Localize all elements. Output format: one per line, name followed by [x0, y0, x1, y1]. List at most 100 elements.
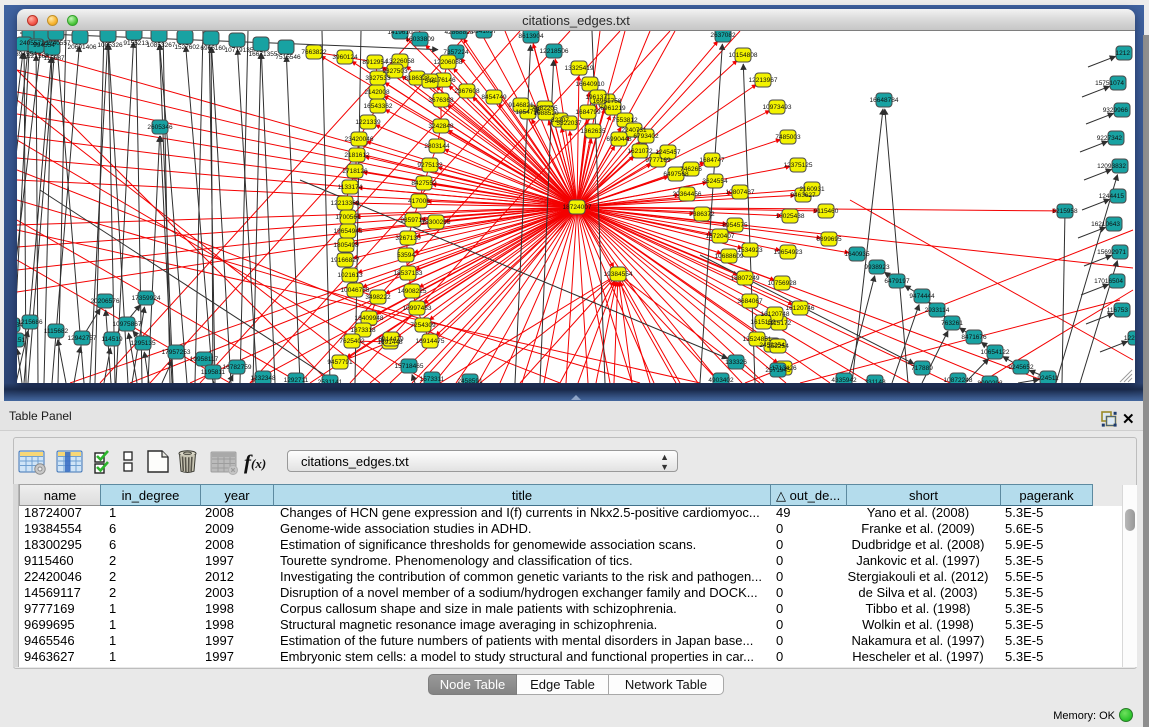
svg-text:546: 546: [425, 78, 436, 85]
svg-text:8454749: 8454749: [481, 94, 507, 101]
svg-text:1527602: 1527602: [174, 44, 200, 51]
svg-text:3624554: 3624554: [702, 178, 728, 185]
svg-text:1212: 1212: [1116, 50, 1131, 57]
svg-text:6793402: 6793402: [633, 133, 659, 140]
svg-text:12942757: 12942757: [68, 335, 97, 342]
svg-text:1245457: 1245457: [655, 149, 681, 156]
svg-text:20691406: 20691406: [68, 44, 97, 51]
svg-text:9329966: 9329966: [1103, 107, 1129, 114]
svg-text:17359924: 17359924: [132, 295, 161, 302]
svg-text:16120748: 16120748: [761, 311, 790, 318]
svg-text:9146821: 9146821: [508, 102, 534, 109]
svg-text:8912954: 8912954: [362, 59, 388, 66]
svg-text:12218506: 12218506: [540, 48, 569, 55]
svg-text:7553812: 7553812: [612, 117, 638, 124]
svg-text:10807487: 10807487: [726, 189, 755, 196]
svg-text:9938923: 9938923: [864, 264, 890, 271]
svg-text:18724007: 18724007: [563, 204, 592, 211]
svg-text:39151: 39151: [17, 337, 25, 344]
svg-text:3498222: 3498222: [365, 294, 391, 301]
svg-text:20206576: 20206576: [91, 298, 120, 305]
svg-text:7254309: 7254309: [410, 322, 436, 329]
svg-text:8613904: 8613904: [518, 33, 544, 40]
svg-text:10973493: 10973493: [763, 104, 792, 111]
svg-text:7386372: 7386372: [689, 211, 715, 218]
svg-text:(x): (x): [251, 456, 266, 471]
svg-text:1534923: 1534923: [737, 247, 763, 254]
svg-text:15718465: 15718465: [395, 363, 424, 370]
svg-text:7357224: 7357224: [443, 49, 469, 56]
svg-text:2571945: 2571945: [765, 367, 791, 374]
svg-text:7625402: 7625402: [339, 338, 365, 345]
svg-text:9275132: 9275132: [417, 162, 443, 169]
svg-text:10958117: 10958117: [190, 356, 219, 363]
svg-text:331148: 331148: [864, 379, 886, 383]
svg-text:7663822: 7663822: [301, 49, 327, 56]
svg-text:3327533: 3327533: [365, 75, 391, 82]
svg-text:1295135: 1295135: [130, 340, 156, 347]
svg-text:2803144: 2803144: [424, 143, 450, 150]
svg-text:12210: 12210: [1124, 335, 1135, 342]
svg-text:10853267: 10853267: [147, 42, 176, 49]
svg-text:1615152: 1615152: [750, 319, 776, 326]
svg-text:9457791: 9457791: [327, 359, 353, 366]
svg-text:15751074: 15751074: [1095, 80, 1124, 87]
svg-text:19654945: 19654945: [334, 228, 363, 235]
svg-text:115687: 115687: [43, 55, 65, 62]
svg-text:15692971: 15692971: [1097, 249, 1126, 256]
svg-text:16671355: 16671355: [249, 51, 278, 58]
svg-text:16033809: 16033809: [406, 36, 435, 43]
svg-text:8215958: 8215958: [1052, 208, 1078, 215]
svg-text:1573311: 1573311: [420, 376, 445, 383]
svg-text:3684067: 3684067: [737, 298, 763, 305]
svg-text:10756928: 10756928: [768, 280, 797, 287]
svg-text:1640935: 1640935: [844, 251, 870, 258]
svg-text:19384554: 19384554: [604, 271, 633, 278]
svg-text:1588520: 1588520: [533, 110, 559, 117]
svg-text:8954575: 8954575: [722, 222, 748, 229]
svg-text:1873318: 1873318: [350, 327, 376, 334]
svg-text:15720407: 15720407: [706, 233, 735, 240]
svg-text:746266: 746266: [680, 166, 702, 173]
svg-text:3676368: 3676368: [428, 97, 454, 104]
svg-text:2181612: 2181612: [344, 152, 370, 159]
svg-text:417006: 417006: [408, 198, 430, 205]
svg-text:12206088: 12206088: [434, 59, 463, 66]
svg-text:20364456: 20364456: [673, 191, 702, 198]
svg-text:3960124: 3960124: [332, 54, 358, 61]
svg-text:2605346: 2605346: [147, 124, 173, 131]
svg-text:133326: 133326: [725, 359, 747, 366]
svg-text:1684747: 1684747: [699, 157, 725, 164]
svg-text:3267130: 3267130: [395, 235, 421, 242]
svg-text:9115460: 9115460: [814, 208, 839, 215]
svg-text:9245652: 9245652: [1008, 364, 1034, 371]
svg-text:10046788: 10046788: [341, 287, 370, 294]
svg-text:1961371: 1961371: [585, 94, 611, 101]
svg-text:6961219: 6961219: [600, 105, 626, 112]
svg-text:6990448: 6990448: [606, 136, 632, 143]
svg-text:116753: 116753: [1107, 307, 1129, 314]
svg-text:1021613: 1021613: [337, 272, 363, 279]
svg-text:4335942: 4335942: [831, 377, 857, 383]
svg-text:10872248: 10872248: [944, 377, 973, 383]
svg-text:10688609: 10688609: [715, 253, 744, 260]
svg-text:10154808: 10154808: [729, 52, 758, 59]
svg-text:16640910: 16640910: [576, 81, 605, 88]
svg-text:13226058: 13226058: [386, 58, 415, 65]
svg-text:4903402: 4903402: [708, 377, 734, 383]
svg-text:2367608: 2367608: [454, 88, 480, 95]
svg-text:1684799: 1684799: [575, 109, 601, 116]
svg-text:1621072: 1621072: [627, 148, 653, 155]
svg-text:12375125: 12375125: [784, 162, 813, 169]
svg-text:6899695: 6899695: [816, 236, 842, 243]
svg-text:19166827: 19166827: [331, 257, 360, 264]
svg-text:23420046: 23420046: [345, 136, 374, 143]
svg-text:8471676: 8471676: [961, 334, 987, 341]
svg-text:9227342: 9227342: [1097, 135, 1123, 142]
svg-text:42868828: 42868828: [445, 31, 474, 36]
svg-text:763261: 763261: [941, 320, 963, 327]
svg-text:1700561: 1700561: [335, 214, 361, 221]
svg-text:8090293: 8090293: [977, 380, 1003, 383]
svg-text:16543362: 16543362: [364, 103, 393, 110]
svg-text:16914475: 16914475: [416, 338, 445, 345]
